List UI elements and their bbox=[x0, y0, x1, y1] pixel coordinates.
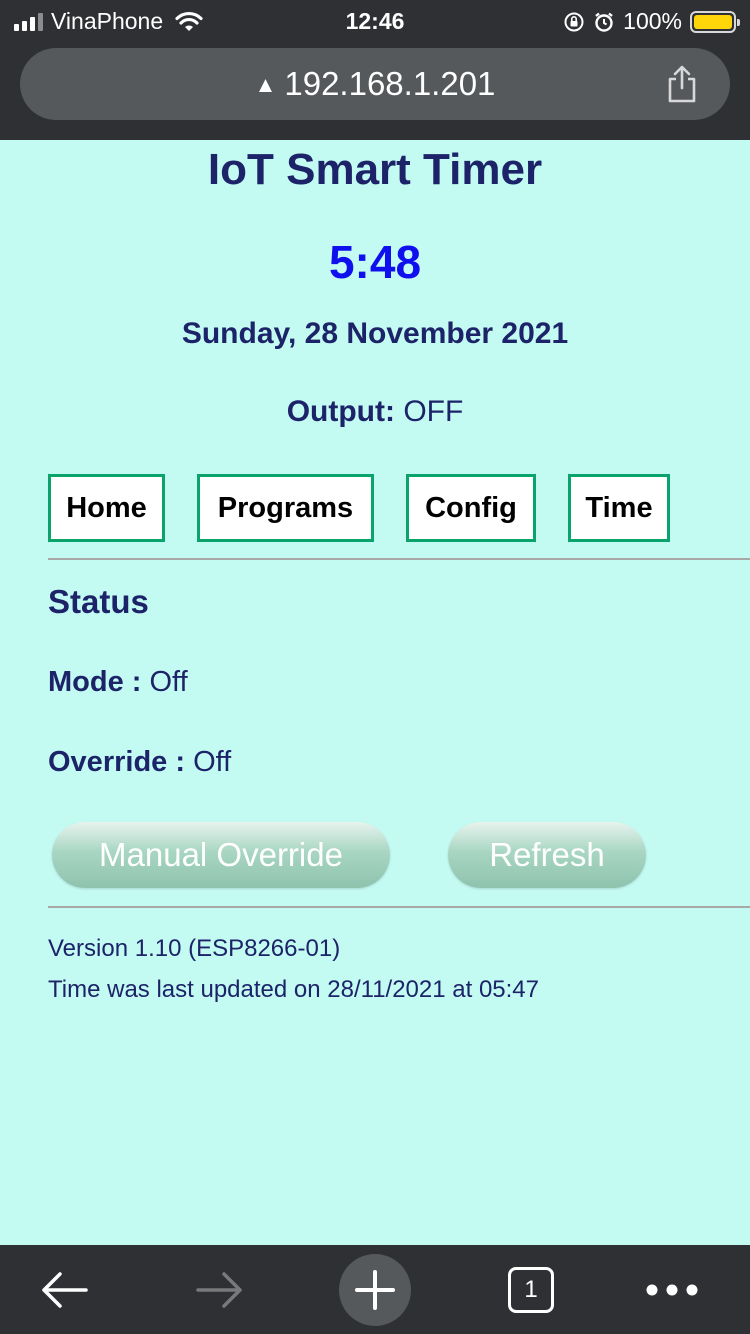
mode-row: Mode : Off bbox=[48, 664, 702, 700]
battery-icon bbox=[690, 10, 740, 33]
back-arrow-icon bbox=[42, 1271, 88, 1308]
version-text: Version 1.10 (ESP8266-01) bbox=[48, 935, 341, 962]
nav-config-button[interactable]: Config bbox=[406, 474, 536, 542]
browser-toolbar: 1 bbox=[0, 1245, 750, 1334]
mode-label: Mode : bbox=[48, 666, 142, 698]
tabs-button[interactable]: 1 bbox=[496, 1245, 566, 1334]
more-dots-icon bbox=[646, 1284, 698, 1295]
warning-icon: ▲ bbox=[254, 72, 277, 97]
forward-arrow-icon bbox=[196, 1271, 242, 1308]
mode-value: Off bbox=[149, 666, 188, 698]
page-title: IoT Smart Timer bbox=[207, 145, 543, 194]
last-updated-text: Time was last updated on 28/11/2021 at 0… bbox=[48, 976, 540, 1003]
nav-programs-button[interactable]: Programs bbox=[197, 474, 374, 542]
url-display[interactable]: ▲ 192.168.1.201 bbox=[20, 48, 730, 120]
new-tab-button[interactable] bbox=[336, 1245, 414, 1334]
manual-override-button[interactable]: Manual Override bbox=[52, 822, 390, 888]
browser-top-chrome: VinaPhone 12:46 100% ▲ 192.168.1.201 bbox=[0, 0, 750, 140]
alarm-icon bbox=[595, 12, 613, 32]
address-bar[interactable]: ▲ 192.168.1.201 bbox=[20, 48, 730, 120]
refresh-button[interactable]: Refresh bbox=[448, 822, 646, 888]
date-display: Sunday, 28 November 2021 bbox=[181, 317, 569, 350]
plus-icon bbox=[339, 1253, 411, 1326]
action-buttons: Manual Override Refresh bbox=[48, 822, 702, 890]
nav-bar: Home Programs Config Time bbox=[48, 474, 702, 542]
forward-button[interactable] bbox=[178, 1245, 262, 1334]
back-button[interactable] bbox=[22, 1245, 106, 1334]
nav-time-button[interactable]: Time bbox=[568, 474, 670, 542]
share-icon[interactable] bbox=[664, 64, 700, 104]
clock-display: 5:48 bbox=[328, 236, 422, 288]
status-right: 100% bbox=[563, 8, 740, 35]
more-button[interactable] bbox=[634, 1245, 710, 1334]
output-label: Output: bbox=[286, 395, 395, 428]
orientation-lock-icon bbox=[564, 12, 584, 31]
tab-count: 1 bbox=[524, 1275, 538, 1303]
override-value: Off bbox=[193, 746, 232, 778]
url-text: 192.168.1.201 bbox=[284, 65, 496, 102]
tab-count-icon: 1 bbox=[508, 1266, 554, 1313]
output-status: Output: OFF bbox=[48, 394, 702, 430]
override-label: Override : bbox=[48, 746, 185, 778]
override-row: Override : Off bbox=[48, 744, 702, 780]
status-bar: VinaPhone 12:46 100% bbox=[0, 0, 750, 42]
divider-bottom bbox=[48, 906, 750, 908]
status-heading: Status bbox=[48, 583, 149, 620]
battery-percent: 100% bbox=[623, 8, 682, 34]
divider-top bbox=[48, 558, 750, 560]
output-value: OFF bbox=[403, 395, 464, 428]
page-content: IoT Smart Timer 5:48 Sunday, 28 November… bbox=[0, 140, 750, 1245]
nav-home-button[interactable]: Home bbox=[48, 474, 165, 542]
